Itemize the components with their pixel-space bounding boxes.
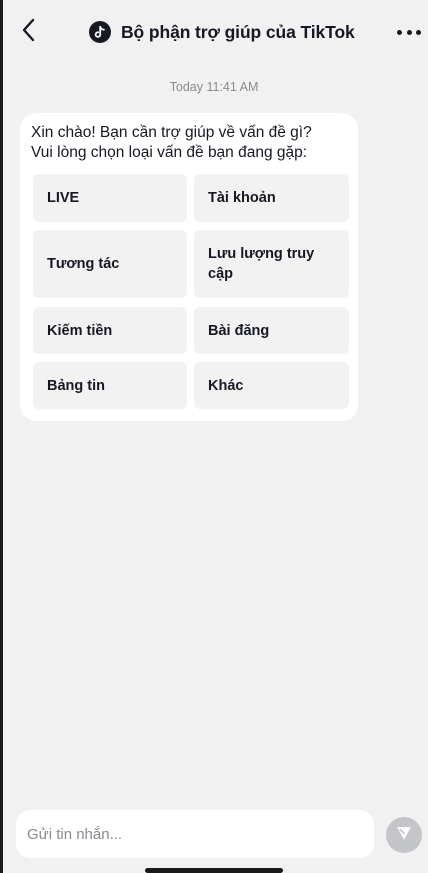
send-button[interactable] — [386, 817, 422, 853]
tiktok-logo-icon — [89, 21, 111, 43]
option-label-line: Lưu lượng truy — [208, 246, 315, 262]
option-other[interactable]: Khác — [194, 362, 349, 409]
back-button[interactable] — [14, 18, 42, 46]
more-dot — [416, 29, 421, 35]
support-message-bubble: Xin chào! Bạn cần trợ giúp về vấn đề gì?… — [20, 113, 358, 421]
more-dot — [406, 29, 412, 35]
option-label-line: cập — [208, 266, 233, 282]
page-title: Bộ phận trợ giúp của TikTok — [121, 21, 355, 42]
option-label: LIVE — [47, 190, 80, 206]
message-line: Vui lòng chọn loại vấn đề bạn đang gặp: — [31, 144, 308, 161]
option-label: Kiếm tiền — [47, 322, 113, 339]
option-label: Khác — [208, 377, 244, 394]
more-options-button[interactable] — [394, 22, 424, 42]
window-edge — [0, 0, 3, 873]
option-label: Bảng tin — [47, 377, 105, 394]
chat-header: Bộ phận trợ giúp của TikTok — [0, 0, 428, 62]
option-label: Bài đăng — [208, 322, 270, 339]
message-composer — [16, 810, 374, 858]
option-posts[interactable]: Bài đăng — [194, 307, 349, 354]
chevron-left-icon — [21, 18, 35, 47]
option-label: Tài khoản — [208, 190, 276, 206]
message-text: Xin chào! Bạn cần trợ giúp về vấn đề gì?… — [31, 123, 347, 163]
option-live[interactable]: LIVE — [33, 174, 187, 222]
option-label: Tương tác — [47, 256, 120, 272]
message-line: Xin chào! Bạn cần trợ giúp về vấn đề gì? — [31, 124, 312, 141]
option-engagement[interactable]: Tương tác — [33, 230, 187, 298]
option-feed[interactable]: Bảng tin — [33, 362, 187, 409]
chat-title: Bộ phận trợ giúp của TikTok — [89, 19, 355, 45]
send-icon — [395, 824, 413, 847]
more-dot — [397, 29, 402, 35]
option-label: Lưu lượng truy cập — [208, 244, 314, 284]
option-traffic[interactable]: Lưu lượng truy cập — [194, 230, 349, 298]
home-indicator — [145, 868, 283, 873]
chat-screen: Bộ phận trợ giúp của TikTok Today 11:41 … — [0, 0, 428, 873]
option-account[interactable]: Tài khoản — [194, 174, 349, 222]
option-monetization[interactable]: Kiếm tiền — [33, 307, 187, 354]
message-timestamp: Today 11:41 AM — [169, 80, 259, 94]
message-input[interactable] — [27, 825, 374, 843]
